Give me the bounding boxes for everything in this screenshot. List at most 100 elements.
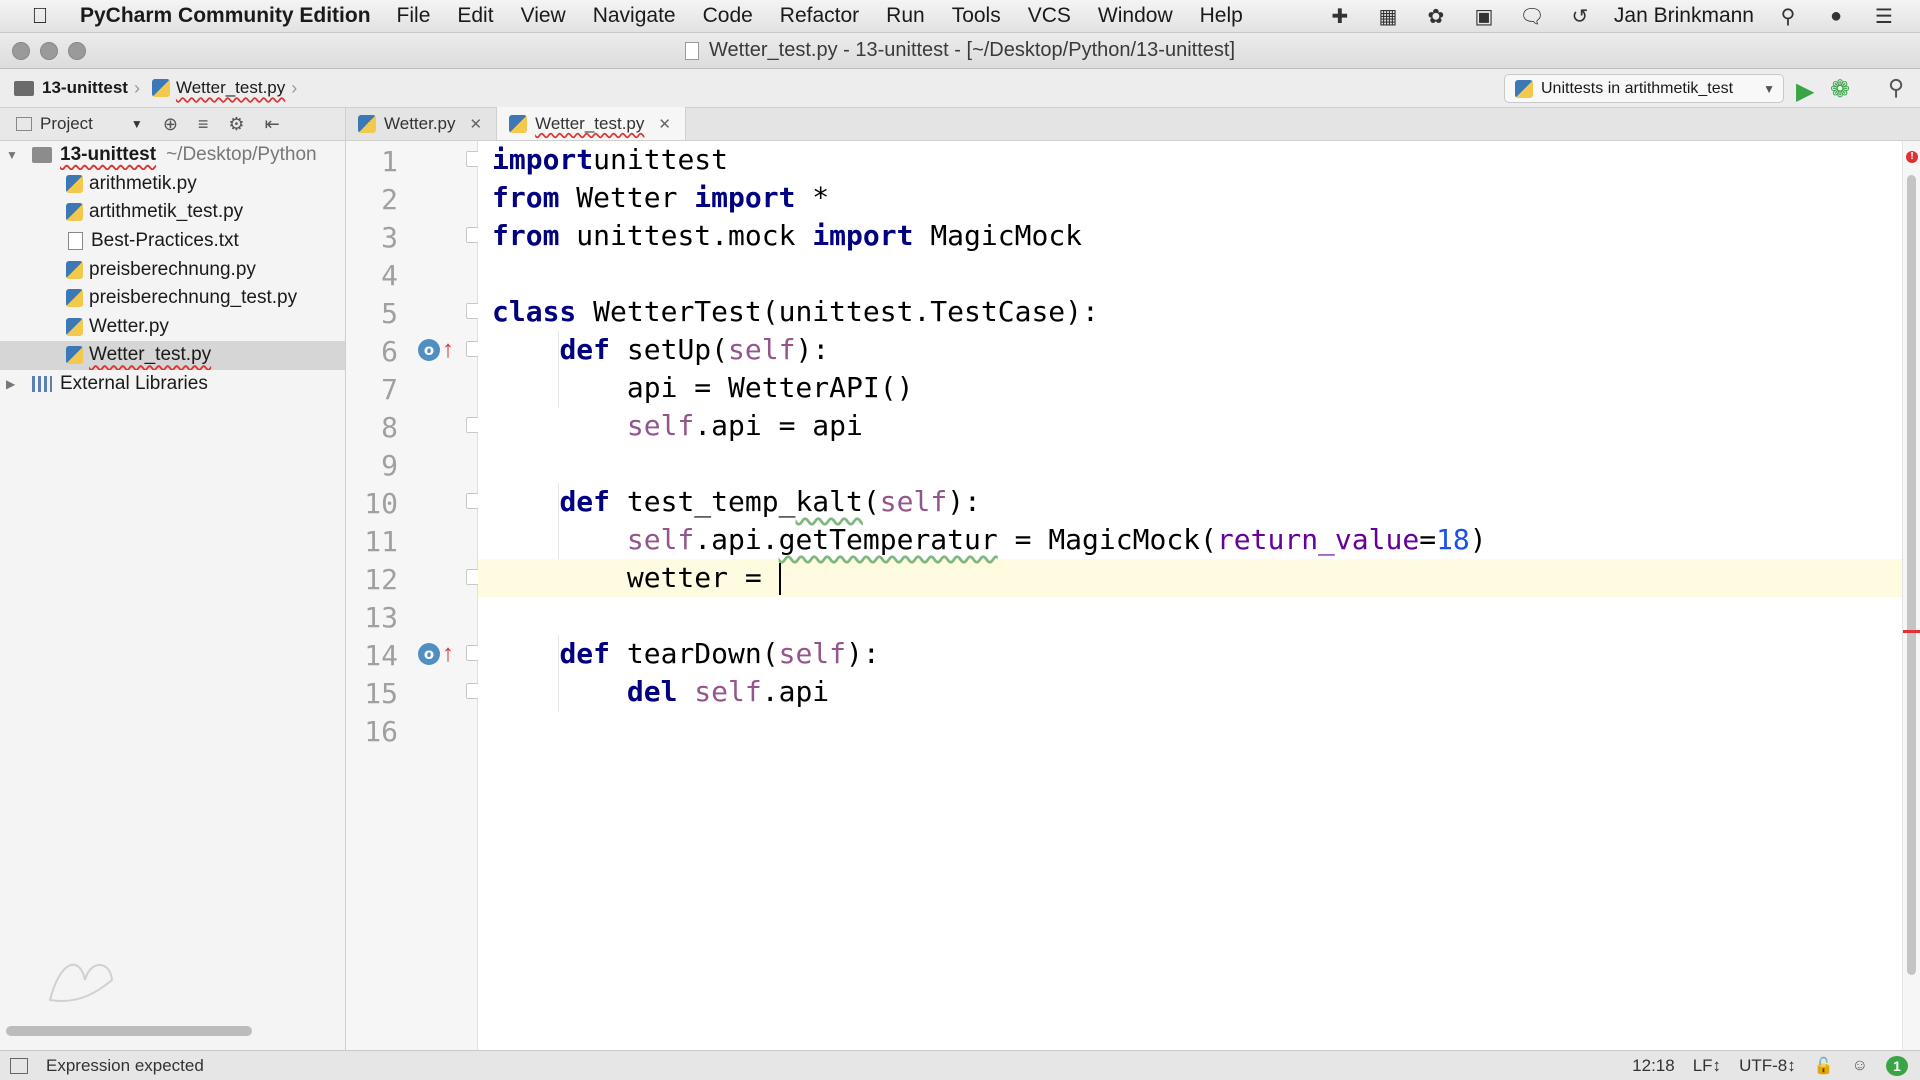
line-number: 5 — [381, 297, 398, 330]
search-icon[interactable]: ⚲ — [1774, 4, 1802, 28]
overrides-method-icon[interactable]: o ↑ — [418, 334, 460, 366]
code-editor[interactable]: importunittest from Wetter import * from u… — [478, 141, 1902, 1050]
debug-bug-icon[interactable]: ❁ — [1830, 75, 1850, 104]
code-line[interactable]: self.api.getTemperatur = MagicMock(retur… — [492, 521, 1487, 559]
menu-view[interactable]: View — [521, 4, 566, 28]
tree-file-name: Wetter_test.py — [89, 344, 212, 366]
code-line[interactable]: def test_temp_kalt(self): — [492, 483, 980, 521]
zoom-window-button[interactable] — [68, 42, 86, 60]
expand-arrow-icon[interactable]: ▼ — [6, 148, 20, 162]
code-line[interactable]: from unittest.mock import MagicMock — [492, 217, 1082, 255]
inspector-icon[interactable]: ☺ — [1852, 1057, 1868, 1075]
tree-root-folder[interactable]: ▼ 13-unittest ~/Desktop/Python — [0, 141, 345, 170]
project-view-label[interactable]: Project — [40, 114, 93, 134]
tab-wetter-test[interactable]: Wetter_test.py ✕ — [497, 107, 686, 140]
keyword-token: from — [492, 181, 560, 214]
code-token: unittest — [593, 143, 729, 176]
search-everywhere-icon[interactable]: ⚲ — [1888, 75, 1904, 101]
minimize-window-button[interactable] — [40, 42, 58, 60]
code-token: Wetter — [559, 181, 695, 214]
collapse-arrow-icon[interactable]: ▶ — [6, 377, 20, 391]
tree-file-name: preisberechnung_test.py — [89, 287, 298, 309]
python-file-icon — [358, 114, 376, 133]
close-window-button[interactable] — [12, 42, 30, 60]
event-log-badge[interactable]: 1 — [1886, 1055, 1908, 1076]
self-token: self — [879, 485, 948, 518]
spelling-warning-token: getTemperatur — [778, 523, 998, 556]
menu-run[interactable]: Run — [886, 4, 925, 28]
close-tab-icon[interactable]: ✕ — [658, 115, 671, 133]
collapse-all-icon[interactable]: ≡ — [198, 114, 209, 135]
tree-file-item[interactable]: preisberechnung.py — [0, 255, 345, 284]
code-line[interactable]: wetter = — [492, 559, 781, 597]
code-line[interactable]: importunittest — [492, 141, 728, 179]
app-name-menu[interactable]: PyCharm Community Edition — [80, 4, 371, 28]
tab-wetter[interactable]: Wetter.py ✕ — [346, 107, 498, 140]
menu-help[interactable]: Help — [1200, 4, 1243, 28]
code-line[interactable]: self.api = api — [492, 407, 863, 445]
menu-window[interactable]: Window — [1098, 4, 1173, 28]
tree-file-item[interactable]: artithmetik_test.py — [0, 198, 345, 227]
scroll-from-source-icon[interactable]: ⊕ — [163, 114, 178, 135]
plus-tray-icon[interactable]: ✚ — [1326, 4, 1354, 28]
file-encoding[interactable]: UTF-8↕ — [1739, 1056, 1796, 1076]
line-separator[interactable]: LF↕ — [1693, 1056, 1721, 1076]
tree-file-item[interactable]: Wetter.py — [0, 313, 345, 342]
tree-file-item-selected[interactable]: Wetter_test.py — [0, 341, 345, 370]
self-token: self — [778, 637, 847, 670]
menu-edit[interactable]: Edit — [457, 4, 493, 28]
tool-window-toggle-icon[interactable] — [10, 1057, 28, 1074]
calendar-tray-icon[interactable]: ▦ — [1374, 4, 1402, 28]
project-view-icon — [16, 117, 32, 131]
menu-code[interactable]: Code — [703, 4, 753, 28]
tree-external-libraries[interactable]: ▶ External Libraries — [0, 370, 345, 399]
code-token: ) — [1469, 523, 1487, 556]
notification-list-icon[interactable]: ☰ — [1870, 4, 1898, 28]
code-line[interactable]: from Wetter import * — [492, 179, 829, 217]
code-line[interactable]: del self.api — [492, 673, 829, 711]
camera-tray-icon[interactable]: ▣ — [1470, 4, 1498, 28]
menu-refactor[interactable]: Refactor — [780, 4, 859, 28]
menu-tools[interactable]: Tools — [952, 4, 1001, 28]
hide-panel-icon[interactable]: ⇤ — [265, 114, 280, 135]
chevron-down-icon[interactable]: ▼ — [131, 117, 143, 131]
code-token: .api = api — [694, 409, 863, 442]
breadcrumb-file[interactable]: Wetter_test.py — [176, 78, 285, 98]
gear-icon[interactable]: ⚙ — [228, 114, 244, 135]
code-line[interactable]: def setUp(self): — [492, 331, 829, 369]
tree-horizontal-scrollbar[interactable] — [6, 1026, 252, 1036]
editor-vertical-scrollbar[interactable] — [1907, 175, 1916, 975]
tree-file-item[interactable]: Best-Practices.txt — [0, 227, 345, 256]
code-token: unittest.mock — [559, 219, 813, 252]
caret-position[interactable]: 12:18 — [1632, 1056, 1675, 1076]
siri-icon[interactable]: ● — [1822, 4, 1850, 28]
menu-vcs[interactable]: VCS — [1028, 4, 1071, 28]
menu-file[interactable]: File — [397, 4, 431, 28]
tree-file-item[interactable]: preisberechnung_test.py — [0, 284, 345, 313]
breadcrumb-project[interactable]: 13-unittest — [42, 78, 128, 98]
error-marker[interactable] — [1903, 630, 1920, 633]
run-configuration-select[interactable]: Unittests in artithmetik_test ▼ — [1504, 74, 1784, 103]
code-line[interactable]: api = WetterAPI() — [492, 369, 914, 407]
overrides-method-icon[interactable]: o ↑ — [418, 638, 460, 670]
tree-file-item[interactable]: arithmetik.py — [0, 170, 345, 199]
error-indicator-icon[interactable]: ! — [1906, 151, 1918, 163]
clock-tray-icon[interactable]: ↺ — [1566, 4, 1594, 28]
run-icon[interactable]: ▶ — [1796, 77, 1814, 106]
code-token: .api. — [694, 523, 779, 556]
close-tab-icon[interactable]: ✕ — [470, 115, 483, 133]
apple-icon[interactable]:  — [0, 3, 80, 29]
code-line[interactable]: def tearDown(self): — [492, 635, 879, 673]
menu-navigate[interactable]: Navigate — [593, 4, 676, 28]
code-line[interactable]: class WetterTest(unittest.TestCase): — [492, 293, 1099, 331]
leaf-tray-icon[interactable]: ✿ — [1422, 4, 1450, 28]
tree-file-name: Wetter.py — [89, 315, 169, 337]
keyword-token: from — [492, 219, 560, 252]
user-name[interactable]: Jan Brinkmann — [1614, 4, 1754, 28]
code-token: WetterTest(unittest.TestCase): — [576, 295, 1099, 328]
lock-icon[interactable]: 🔓 — [1814, 1056, 1834, 1076]
chat-tray-icon[interactable]: 🗨 — [1518, 4, 1546, 28]
